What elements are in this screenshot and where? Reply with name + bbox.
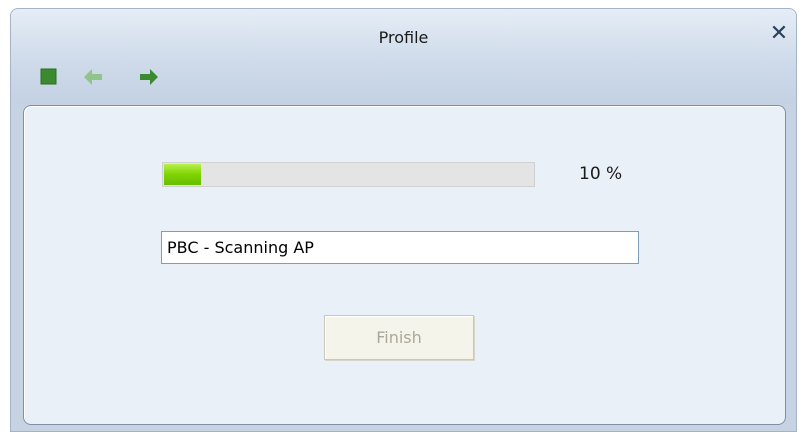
finish-button[interactable]: Finish [324, 315, 474, 360]
status-field[interactable]: PBC - Scanning AP [161, 231, 639, 264]
stop-icon[interactable] [39, 66, 61, 88]
forward-arrow-icon[interactable] [138, 66, 160, 88]
progress-bar-fill [164, 164, 201, 185]
profile-window: Profile ✕ 10 % PBC - Scanning AP Finish [10, 8, 797, 432]
content-panel: 10 % PBC - Scanning AP Finish [23, 105, 786, 425]
window-title: Profile [378, 28, 429, 47]
title-bar[interactable]: Profile ✕ [11, 9, 796, 104]
close-button[interactable]: ✕ [768, 23, 790, 45]
progress-bar [162, 162, 535, 187]
progress-percent-label: 10 % [579, 164, 623, 184]
back-arrow-icon[interactable] [82, 66, 104, 88]
